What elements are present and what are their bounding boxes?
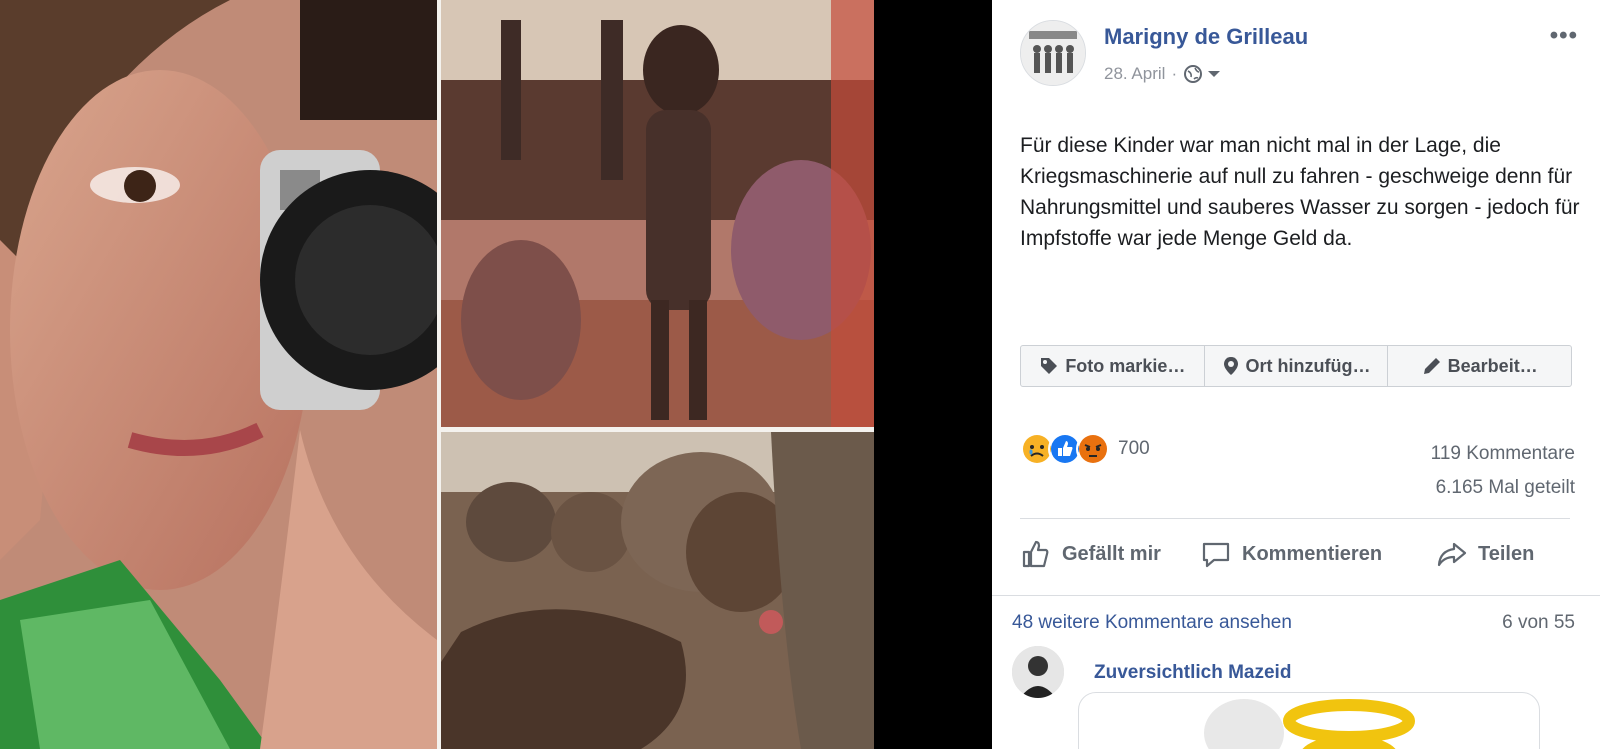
pencil-icon — [1423, 358, 1440, 374]
photo-crying-child — [441, 432, 874, 749]
comment-bubble — [1078, 692, 1540, 749]
thumbs-up-icon — [1022, 540, 1049, 568]
post-meta: 28. April · — [1104, 64, 1221, 84]
photo-divider-vertical — [437, 0, 441, 749]
photo-divider-horizontal — [441, 427, 874, 432]
photo-viewer[interactable] — [0, 0, 992, 749]
comment-button[interactable]: Kommentieren — [1200, 538, 1436, 570]
photo-woman-with-camera — [0, 0, 437, 749]
edit-label: Bearbeit… — [1447, 355, 1538, 376]
chevron-down-icon — [1208, 71, 1221, 77]
tag-photo-label: Foto markie… — [1065, 355, 1186, 376]
separator — [1020, 518, 1570, 519]
share-label: Teilen — [1478, 542, 1535, 565]
globe-icon[interactable] — [1183, 64, 1221, 84]
view-more-comments-link[interactable]: 48 weitere Kommentare ansehen — [1012, 612, 1292, 634]
post-action-bar: Gefällt mir Kommentieren Teilen — [1020, 532, 1580, 576]
share-count-link[interactable]: 6.165 Mal geteilt — [1431, 471, 1575, 505]
reaction-count: 700 — [1118, 438, 1150, 459]
comment-count-link[interactable]: 119 Kommentare — [1431, 437, 1575, 471]
commenter-avatar[interactable] — [1012, 646, 1064, 698]
angry-reaction-icon — [1076, 432, 1110, 466]
like-button[interactable]: Gefällt mir — [1020, 538, 1200, 570]
comment-sticker-image — [1204, 699, 1415, 749]
add-location-button[interactable]: Ort hinzufüg… — [1205, 346, 1389, 386]
comments-section: 48 weitere Kommentare ansehen 6 von 55 Z… — [992, 595, 1600, 749]
photo-starving-child-standing — [441, 0, 874, 427]
tag-photo-button[interactable]: Foto markie… — [1021, 346, 1205, 386]
post-side-panel: Marigny de Grilleau 28. April · ••• Für … — [992, 0, 1600, 749]
comment-pagination-count: 6 von 55 — [1502, 612, 1575, 633]
photo-action-row: Foto markie… Ort hinzufüg… Bearbeit… — [1020, 345, 1572, 387]
share-arrow-icon — [1437, 542, 1467, 567]
add-location-label: Ort hinzufüg… — [1245, 355, 1371, 376]
post-stats: 119 Kommentare 6.165 Mal geteilt — [1431, 437, 1575, 505]
comment-bubble-icon — [1202, 542, 1230, 568]
tag-icon — [1041, 358, 1058, 374]
author-avatar[interactable] — [1020, 20, 1086, 86]
meta-separator: · — [1171, 64, 1178, 83]
post-date[interactable]: 28. April — [1104, 64, 1165, 84]
commenter-name[interactable]: Zuversichtlich Mazeid — [1094, 662, 1291, 684]
location-pin-icon — [1223, 357, 1238, 375]
post-text: Für diese Kinder war man nicht mal in de… — [1020, 134, 1580, 250]
like-label: Gefällt mir — [1062, 542, 1161, 565]
reactions-summary[interactable]: 700 — [1020, 432, 1150, 466]
more-options-icon[interactable]: ••• — [1550, 22, 1578, 50]
edit-button[interactable]: Bearbeit… — [1388, 346, 1571, 386]
comment-label: Kommentieren — [1242, 542, 1383, 565]
post-author-name[interactable]: Marigny de Grilleau — [1104, 24, 1308, 50]
share-button[interactable]: Teilen — [1436, 538, 1566, 570]
